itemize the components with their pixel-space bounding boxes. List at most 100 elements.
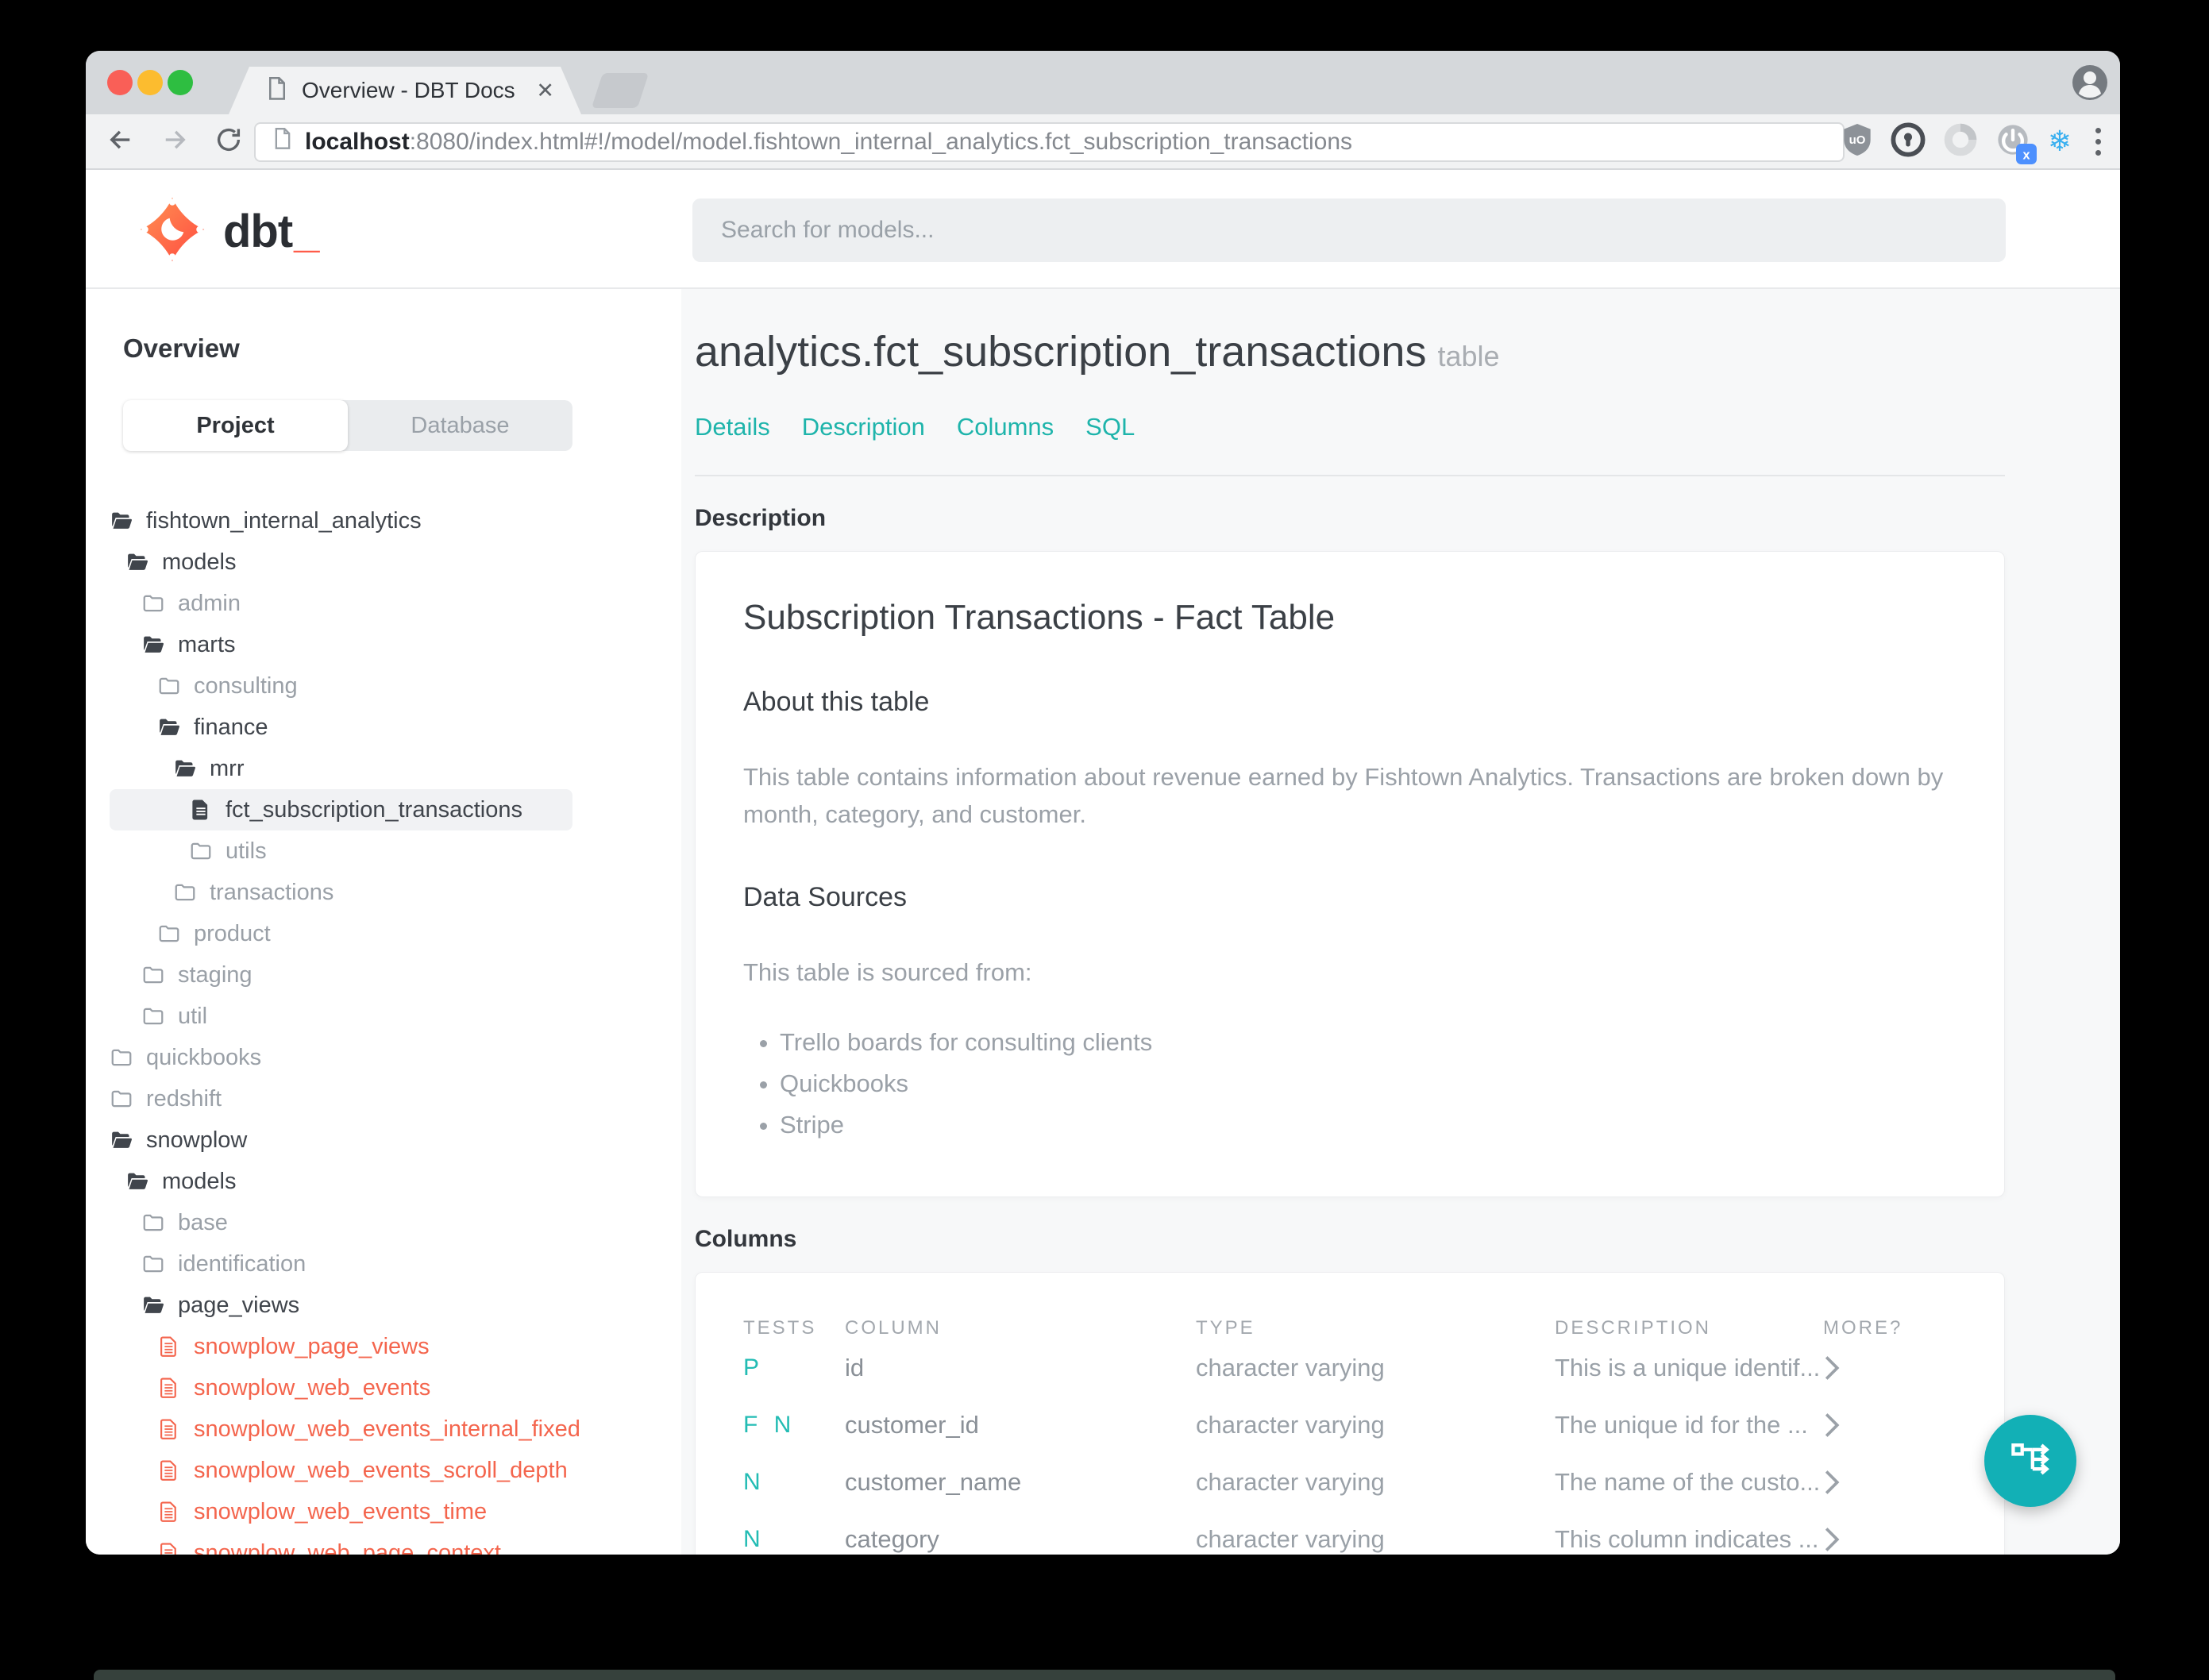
lineage-fab-button[interactable] <box>1984 1415 2076 1507</box>
column-description: The name of the custo... <box>1555 1467 1821 1496</box>
svg-text:x: x <box>2022 148 2030 162</box>
minimize-window-button[interactable] <box>137 70 163 95</box>
power-x-extension-icon[interactable]: x <box>1995 122 2037 164</box>
background-dock-edge <box>94 1670 2115 1680</box>
browser-window: Overview - DBT Docs ✕ localhost:8080/ind… <box>86 51 2120 1555</box>
address-bar[interactable]: localhost:8080/index.html#!/model/model.… <box>254 122 1845 162</box>
column-name: customer_name <box>845 1467 1022 1496</box>
tree-item[interactable]: snowplow_web_page_context <box>110 1532 572 1555</box>
close-window-button[interactable] <box>107 70 133 95</box>
open-folder-icon <box>125 1169 149 1193</box>
tree-item[interactable]: snowplow_web_events_internal_fixed <box>110 1408 580 1450</box>
columns-section-label: Columns <box>695 1225 797 1252</box>
table-row[interactable]: F N customer_id character varying The un… <box>743 1397 1956 1454</box>
tree-item[interactable]: finance <box>110 707 572 748</box>
closed-folder-icon <box>110 1046 133 1069</box>
column-description: This column indicates ... <box>1555 1524 1819 1553</box>
tree-item[interactable]: snowplow_web_events_scroll_depth <box>110 1450 572 1491</box>
model-file-icon <box>189 798 213 822</box>
url-host: localhost <box>305 129 410 155</box>
column-type: character varying <box>1196 1467 1385 1496</box>
open-folder-icon <box>157 715 181 739</box>
tab-title: Overview - DBT Docs <box>302 78 515 102</box>
source-toggle: Project Database <box>123 400 572 451</box>
tree-item[interactable]: redshift <box>110 1078 572 1119</box>
open-folder-icon <box>173 757 197 780</box>
description-section-label: Description <box>695 505 827 531</box>
closed-folder-icon <box>157 922 181 946</box>
tree-item[interactable]: utils <box>110 830 572 872</box>
tree-item[interactable]: snowplow_page_views <box>110 1326 572 1367</box>
shield-extension-icon[interactable]: uO <box>1841 122 1873 161</box>
table-row[interactable]: P id character varying This is a unique … <box>743 1339 1956 1397</box>
profile-icon[interactable] <box>2071 64 2109 102</box>
tree-item[interactable]: fct_subscription_transactions <box>110 789 572 830</box>
browser-menu-icon[interactable] <box>2089 127 2107 156</box>
page-nav-link[interactable]: Details <box>695 413 770 441</box>
tree-item[interactable]: base <box>110 1202 572 1243</box>
table-row[interactable]: N category character varying This column… <box>743 1511 1956 1555</box>
tree-item[interactable]: mrr <box>110 748 572 789</box>
tree-item[interactable]: consulting <box>110 665 572 707</box>
model-file-icon <box>157 1417 181 1441</box>
tree-item[interactable]: transactions <box>110 872 572 913</box>
reload-icon[interactable] <box>214 125 243 158</box>
column-header: MORE? <box>1823 1316 1903 1339</box>
column-type: character varying <box>1196 1524 1385 1553</box>
tree-item[interactable]: page_views <box>110 1285 572 1326</box>
forward-icon[interactable] <box>160 125 189 158</box>
column-type: character varying <box>1196 1410 1385 1439</box>
model-file-icon <box>157 1458 181 1482</box>
file-tree: fishtown_internal_analytics models admin… <box>110 500 580 1555</box>
model-file-icon <box>157 1335 181 1358</box>
site-header: dbt_ <box>86 170 2120 289</box>
doc-heading: Subscription Transactions - Fact Table <box>743 598 1336 637</box>
open-folder-icon <box>110 1128 133 1152</box>
tree-item[interactable]: snowplow <box>110 1119 572 1161</box>
column-header: TYPE <box>1196 1316 1255 1339</box>
tree-item[interactable]: product <box>110 913 572 954</box>
snowflake-extension-icon[interactable]: ❄ <box>2048 127 2072 156</box>
description-card: Subscription Transactions - Fact Table A… <box>695 551 2005 1197</box>
chevron-right-icon[interactable] <box>1823 1354 1956 1381</box>
tree-item[interactable]: staging <box>110 954 572 996</box>
tree-item[interactable]: identification <box>110 1243 572 1285</box>
tree-item[interactable]: snowplow_web_events_time <box>110 1491 572 1532</box>
dbt-logo[interactable]: dbt_ <box>139 196 319 267</box>
tab-database[interactable]: Database <box>348 400 572 451</box>
tab-close-icon[interactable]: ✕ <box>536 79 554 103</box>
search-input[interactable] <box>692 198 2006 262</box>
tree-item[interactable]: quickbooks <box>110 1037 572 1078</box>
keyhole-extension-icon[interactable] <box>1891 122 1926 161</box>
page-nav-link[interactable]: Columns <box>957 413 1054 441</box>
tab-project[interactable]: Project <box>123 400 348 451</box>
page-nav-link[interactable]: Description <box>802 413 925 441</box>
back-icon[interactable] <box>106 125 135 158</box>
lineage-graph-icon <box>2007 1435 2054 1487</box>
browser-tab[interactable]: Overview - DBT Docs ✕ <box>229 67 581 114</box>
column-description: The unique id for the ... <box>1555 1410 1808 1439</box>
logo-text: dbt <box>223 206 293 257</box>
sources-heading: Data Sources <box>743 882 907 912</box>
tree-item[interactable]: models <box>110 541 572 583</box>
tree-item[interactable]: fishtown_internal_analytics <box>110 500 572 541</box>
new-tab-button[interactable] <box>591 73 650 108</box>
chevron-right-icon[interactable] <box>1823 1469 1956 1496</box>
ring-extension-icon[interactable] <box>1943 122 1978 161</box>
column-header: DESCRIPTION <box>1555 1316 1712 1339</box>
closed-folder-icon <box>141 963 165 987</box>
model-file-icon <box>157 1376 181 1400</box>
tree-item[interactable]: util <box>110 996 572 1037</box>
chevron-right-icon[interactable] <box>1823 1412 1956 1439</box>
columns-table-body: P id character varying This is a unique … <box>743 1339 1956 1555</box>
zoom-window-button[interactable] <box>168 70 193 95</box>
column-name: customer_id <box>845 1410 979 1439</box>
chevron-right-icon[interactable] <box>1823 1526 1956 1553</box>
tree-item[interactable]: models <box>110 1161 572 1202</box>
table-row[interactable]: N customer_name character varying The na… <box>743 1454 1956 1511</box>
page-nav-link[interactable]: SQL <box>1085 413 1135 441</box>
tree-item[interactable]: marts <box>110 624 572 665</box>
tree-item[interactable]: snowplow_web_events <box>110 1367 572 1408</box>
tests-badge: F N <box>743 1411 796 1438</box>
tree-item[interactable]: admin <box>110 583 572 624</box>
